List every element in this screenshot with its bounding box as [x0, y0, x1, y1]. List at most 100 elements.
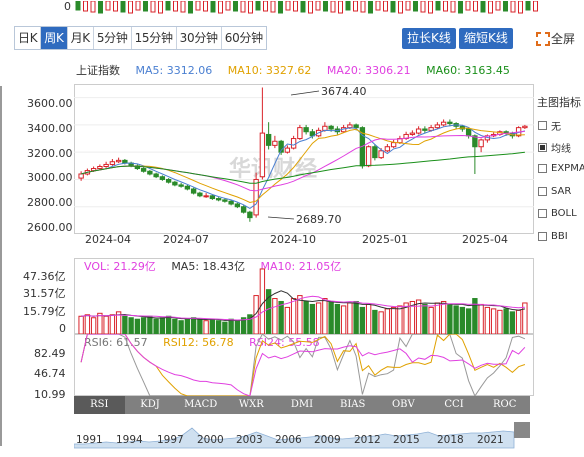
index-name: 上证指数 [76, 64, 120, 77]
previous-volume-bar [210, 0, 216, 13]
previous-volume-bar [383, 0, 388, 12]
rsi-y-tick: 10.99 [34, 388, 66, 401]
y-tick-label: 3200.00 [27, 147, 73, 160]
legend-ma60: MA60: 3163.45 [426, 64, 510, 77]
previous-volume-bar [225, 0, 231, 11]
tab-wxr[interactable]: WXR [226, 396, 277, 414]
vol-y-tick: 15.79亿 [23, 305, 66, 318]
tab-15min[interactable]: 15分钟 [132, 27, 177, 49]
volume-bar [440, 300, 447, 334]
candle-body [384, 146, 391, 152]
volume-bar [465, 308, 472, 334]
indicator-option-label: BOLL [551, 208, 577, 219]
candle-body [259, 132, 266, 178]
rsi12-line [80, 334, 526, 396]
checkbox-icon[interactable] [538, 164, 547, 173]
previous-volume-bar [293, 0, 298, 12]
history-navigator[interactable] [74, 414, 534, 450]
nav-year: 2015 [393, 434, 420, 446]
legend-ma5: MA5: 3312.06 [135, 64, 213, 77]
candle-body [303, 127, 309, 133]
previous-volume-bar [338, 0, 343, 14]
previous-volume-bar [90, 0, 96, 13]
checkbox-icon[interactable] [538, 187, 547, 196]
tab-5min[interactable]: 5分钟 [94, 27, 132, 49]
previous-volume-bar [248, 0, 253, 14]
candle-body [378, 150, 384, 159]
checkbox-icon[interactable] [538, 121, 547, 130]
indicator-option-label: 无 [551, 122, 561, 133]
volume-bar [322, 298, 328, 334]
tab-weekly-k[interactable]: 周K [41, 27, 68, 49]
previous-volume-bar [218, 0, 223, 14]
indicator-option-boll[interactable]: BOLL [538, 208, 577, 219]
low-annotation: 2689.70 [296, 213, 342, 226]
previous-volume-bar [480, 0, 486, 13]
volume-bar [165, 315, 172, 334]
previous-volume-bar [120, 0, 126, 13]
indicator-option-expma[interactable]: EXPMA [538, 163, 584, 174]
tab-bias[interactable]: BIAS [327, 396, 378, 414]
vol-y-tick: 47.36亿 [23, 270, 66, 283]
previous-volume-bar [180, 0, 186, 13]
previous-volume-bar [405, 0, 411, 11]
previous-volume-bar [443, 0, 448, 12]
x-tick-label: 2024-07 [163, 233, 209, 246]
volume-bar [428, 306, 434, 334]
shrink-kline-button[interactable]: 缩短K线 [459, 28, 513, 49]
candle-body [415, 128, 422, 134]
kline-widget: 0 日K 周K 月K 5分钟 15分钟 30分钟 60分钟 拉长K线 缩短K线 … [0, 0, 584, 457]
previous-volume-bar [240, 0, 246, 13]
tab-obv[interactable]: OBV [378, 396, 429, 414]
indicator-option-none[interactable]: 无 [538, 118, 561, 133]
candle-body [172, 181, 178, 186]
volume-bar [178, 320, 184, 334]
previous-volume-bar [315, 0, 321, 11]
previous-volume-bar [150, 0, 156, 13]
tab-60min[interactable]: 60分钟 [222, 27, 266, 49]
previous-volume-bar [465, 0, 471, 11]
vol-y-tick: 0 [59, 322, 66, 335]
indicator-option-bbi[interactable]: BBI [538, 231, 568, 242]
checkbox-icon[interactable] [538, 232, 547, 241]
previous-volume-bar [518, 0, 523, 14]
tab-monthly-k[interactable]: 月K [68, 27, 94, 49]
volume-chart[interactable] [74, 258, 534, 334]
volume-bar [353, 300, 359, 334]
fullscreen-button[interactable]: 全屏 [536, 30, 575, 47]
volume-bar [340, 305, 347, 334]
volume-bar [459, 306, 466, 334]
volume-bar [497, 309, 503, 334]
y-tick-label: 3400.00 [27, 122, 73, 135]
volume-bar [122, 315, 128, 334]
candle-body [197, 192, 203, 197]
navigator-handle[interactable] [514, 422, 530, 438]
candle-body [253, 178, 259, 216]
checkbox-icon[interactable] [538, 209, 547, 218]
fullscreen-label: 全屏 [551, 32, 576, 46]
candlestick-chart[interactable]: 华讯财经 3674.40 2689.70 [74, 84, 534, 234]
x-tick-label: 2025-01 [362, 233, 408, 246]
volume-bar [103, 315, 109, 334]
tab-daily-k[interactable]: 日K [15, 27, 42, 49]
volume-bar [334, 303, 341, 334]
tab-kdj[interactable]: KDJ [125, 396, 176, 414]
rsi6-line [80, 334, 526, 396]
indicator-option-sar[interactable]: SAR [538, 186, 571, 197]
fullscreen-icon [536, 31, 550, 46]
tab-30min[interactable]: 30分钟 [177, 27, 222, 49]
tab-roc[interactable]: ROC [479, 396, 530, 414]
tab-dmi[interactable]: DMI [277, 396, 328, 414]
candle-body [465, 128, 472, 137]
rsi-chart[interactable] [74, 334, 534, 396]
tab-macd[interactable]: MACD [175, 396, 226, 414]
indicator-option-label: BBI [551, 231, 568, 242]
previous-volume-bar [135, 0, 141, 11]
previous-volume-bar [510, 0, 516, 13]
indicator-option-ma[interactable]: 均线 [538, 140, 571, 155]
tab-rsi[interactable]: RSI [74, 396, 125, 414]
checkbox-checked-icon[interactable] [538, 143, 547, 152]
stretch-kline-button[interactable]: 拉长K线 [402, 28, 456, 49]
tab-cci[interactable]: CCI [429, 396, 480, 414]
volume-bar [172, 318, 178, 334]
